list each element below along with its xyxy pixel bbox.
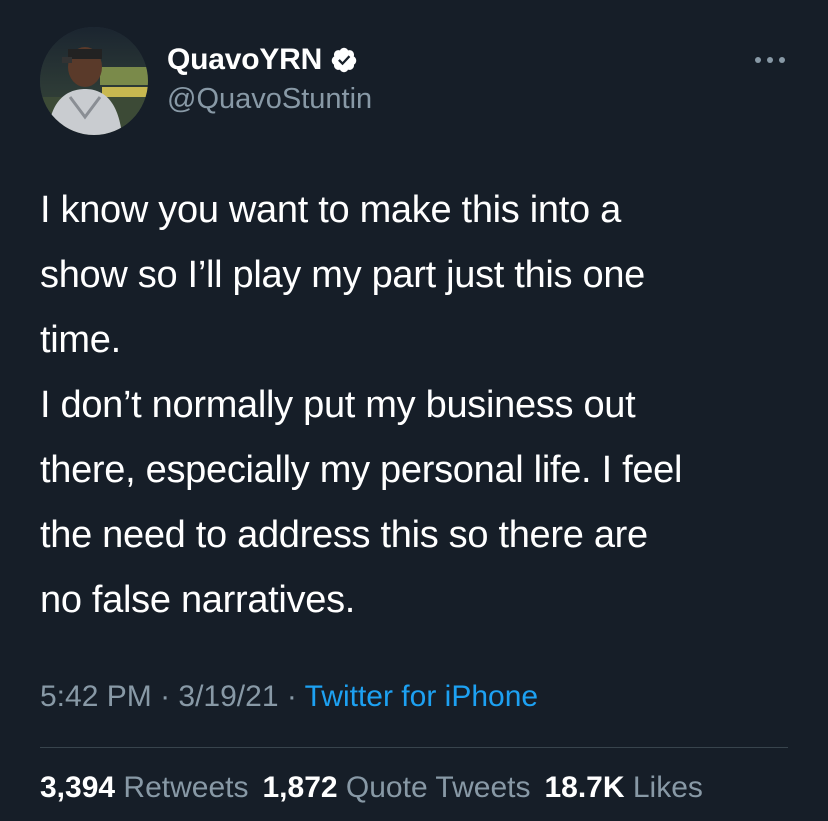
avatar[interactable] (40, 27, 148, 135)
likes-label: Likes (632, 771, 703, 804)
likes-stat[interactable]: 18.7K Likes (544, 771, 702, 804)
divider (40, 747, 788, 748)
profile-photo (40, 27, 148, 135)
quote-tweets-count: 1,872 (262, 771, 338, 804)
verified-badge-icon (330, 46, 358, 74)
tweet-time: 5:42 PM (40, 680, 152, 713)
likes-count: 18.7K (544, 771, 625, 804)
display-name[interactable]: QuavoYRN (167, 43, 322, 77)
tweet-text: I know you want to make this into a show… (40, 189, 683, 621)
quote-tweets-label: Quote Tweets (345, 771, 531, 804)
quote-tweets-stat[interactable]: 1,872 Quote Tweets (262, 771, 530, 804)
engagement-stats: 3,394 Retweets 1,872 Quote Tweets 18.7K Li… (40, 771, 703, 805)
meta-separator: · (151, 680, 179, 713)
tweet-date[interactable]: 3/19/21 (178, 680, 278, 713)
retweets-label: Retweets (123, 771, 249, 804)
tweet-meta: 5:42 PM · 3/19/21 · Twitter for iPhone (40, 680, 538, 714)
tweet-source-link[interactable]: Twitter for iPhone (305, 680, 538, 713)
retweets-stat[interactable]: 3,394 Retweets (40, 771, 248, 804)
more-options-icon[interactable] (752, 50, 788, 70)
meta-separator: · (278, 680, 305, 713)
tweet-card: QuavoYRN @QuavoStuntin I know you want t… (0, 0, 828, 821)
name-row: QuavoYRN (167, 42, 358, 78)
user-handle[interactable]: @QuavoStuntin (167, 83, 372, 116)
retweets-count: 3,394 (40, 771, 116, 804)
